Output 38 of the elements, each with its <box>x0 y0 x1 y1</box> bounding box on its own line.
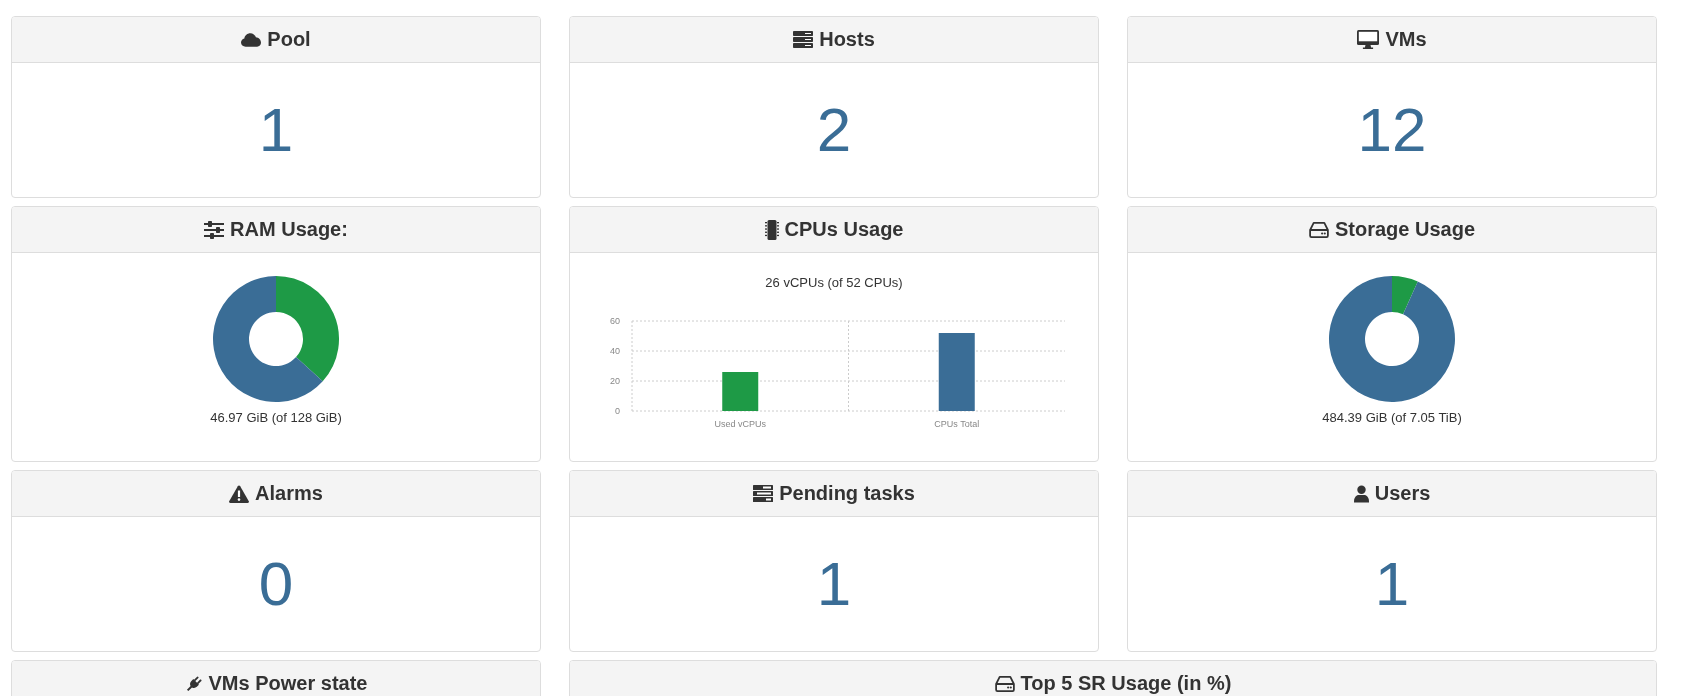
panel-title: Pool <box>267 28 311 51</box>
bar <box>722 372 759 411</box>
panel-title: CPUs Usage <box>784 218 904 241</box>
panel-title: Pending tasks <box>779 482 915 505</box>
panel-title: Alarms <box>255 482 323 505</box>
tasks-icon <box>753 485 774 502</box>
usage-caption: 484.39 GiB (of 7.05 TiB) <box>1322 410 1462 426</box>
user-icon <box>1353 484 1369 503</box>
count-value: 0 <box>258 553 294 615</box>
category-label: CPUs Total <box>934 419 980 429</box>
count-value: 12 <box>1357 99 1427 161</box>
panel-title: Hosts <box>819 28 875 51</box>
cloud-icon <box>241 32 262 47</box>
count-value: 1 <box>1374 553 1410 615</box>
monitor-icon <box>1357 30 1380 49</box>
usage-caption: 46.97 GiB (of 128 GiB) <box>210 410 342 426</box>
axis-tick-label: 0 <box>615 406 620 416</box>
count-value: 2 <box>816 99 852 161</box>
chip-icon <box>764 219 779 240</box>
axis-tick-label: 60 <box>610 316 620 326</box>
panel-title: Top 5 SR Usage (in %) <box>1020 672 1232 695</box>
panel-title: VMs Power state <box>208 672 368 695</box>
axis-tick-label: 40 <box>610 346 620 356</box>
axis-tick-label: 20 <box>610 376 620 386</box>
warning-icon <box>229 484 250 503</box>
panel-title: Users <box>1374 482 1431 505</box>
sliders-icon <box>204 220 225 239</box>
hard-drive-icon <box>994 675 1015 692</box>
category-label: Used vCPUs <box>714 419 766 429</box>
chart-title: 26 vCPUs (of 52 CPUs) <box>765 275 903 291</box>
server-icon <box>793 31 814 48</box>
plug-icon <box>184 674 203 693</box>
count-value: 1 <box>816 553 852 615</box>
panel-title: VMs <box>1385 28 1427 51</box>
count-value: 1 <box>258 99 294 161</box>
panel-title: RAM Usage: <box>230 218 348 241</box>
hard-drive-icon <box>1308 221 1329 238</box>
panel-title: Storage Usage <box>1334 218 1476 241</box>
